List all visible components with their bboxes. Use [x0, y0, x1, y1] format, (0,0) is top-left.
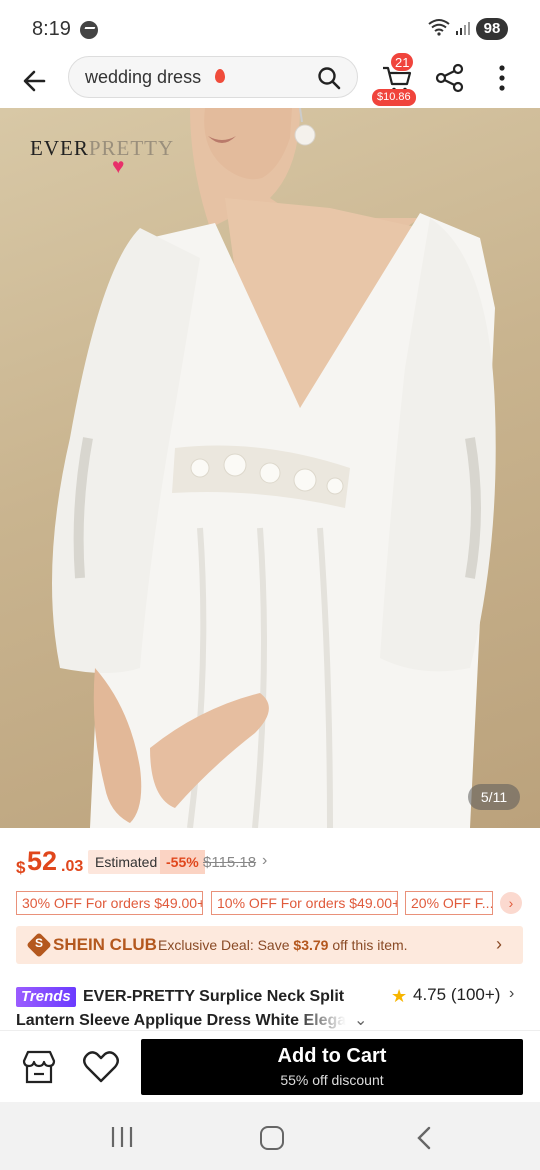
signal-icon — [456, 22, 470, 35]
club-name: SHEIN CLUB — [53, 935, 157, 954]
estimated-label: Estimated — [88, 850, 165, 874]
coupon-20-off[interactable]: 20% OFF F... — [405, 891, 493, 915]
chevron-right-icon: › — [496, 934, 502, 954]
hot-flame-icon — [215, 69, 225, 83]
add-to-cart-button[interactable]: Add to Cart 55% off discount — [141, 1039, 523, 1095]
search-bar[interactable]: wedding dress — [68, 56, 358, 98]
product-title-line2: Lantern Sleeve Applique Dress White Eleg… — [16, 1012, 346, 1029]
share-icon[interactable] — [434, 62, 466, 94]
brand-heart-icon: ♥ — [112, 154, 126, 178]
rating-summary[interactable]: 4.75 (100+) — [413, 985, 500, 1005]
wishlist-heart-icon[interactable] — [82, 1049, 120, 1085]
expand-title-icon[interactable]: ⌄ — [354, 1010, 367, 1030]
coupon-30-off[interactable]: 30% OFF For orders $49.00+ — [16, 891, 203, 915]
club-deal-amount: $3.79 — [293, 937, 329, 953]
store-icon[interactable] — [20, 1049, 58, 1085]
wifi-icon — [428, 19, 450, 36]
recent-apps-icon[interactable] — [110, 1126, 134, 1148]
club-deal-text: Exclusive Deal: Save $3.79 off this item… — [158, 937, 408, 953]
original-price: $115.18 — [203, 854, 257, 871]
club-logo-letter: S — [34, 936, 43, 950]
add-to-cart-label: Add to Cart — [277, 1045, 387, 1067]
trends-tag: Trends — [16, 987, 76, 1007]
more-options-icon[interactable] — [490, 62, 514, 94]
shein-club-banner[interactable]: S SHEIN CLUB Exclusive Deal: Save $3.79 … — [16, 926, 523, 964]
price-integer: 52 — [27, 846, 58, 876]
chevron-right-icon[interactable]: › — [262, 852, 267, 870]
discount-badge: -55% — [160, 850, 205, 874]
price-decimal: .03 — [61, 858, 84, 875]
star-icon: ★ — [391, 986, 408, 1006]
product-title-line1: EVER-PRETTY Surplice Neck Split — [83, 988, 345, 1005]
club-deal-suffix: off this item. — [328, 937, 408, 953]
brand-logo: EVER ♥ PRETTY — [30, 136, 174, 178]
home-icon[interactable] — [260, 1126, 284, 1150]
cart-count-badge: 21 — [390, 52, 415, 72]
brand-left-text: EVER — [30, 136, 89, 160]
rating-value: 4.75 — [413, 985, 447, 1004]
system-back-icon[interactable] — [414, 1126, 434, 1150]
action-bar: Add to Cart 55% off discount — [0, 1030, 540, 1102]
status-bar: 8:19 98 — [0, 0, 540, 56]
search-query: wedding dress — [85, 67, 202, 87]
status-time: 8:19 — [32, 18, 71, 40]
club-deal-prefix: Exclusive Deal: Save — [158, 937, 294, 953]
coupon-10-off[interactable]: 10% OFF For orders $49.00+ — [211, 891, 398, 915]
review-count: (100+) — [450, 985, 501, 1004]
top-bar: wedding dress 21 $10.86 — [0, 52, 540, 108]
back-arrow-icon[interactable] — [18, 64, 52, 98]
chevron-right-icon[interactable]: › — [509, 985, 514, 1003]
price-currency: $ — [16, 858, 26, 877]
dress-illustration — [52, 108, 496, 828]
battery-indicator: 98 — [476, 18, 508, 40]
image-counter: 5/11 — [468, 784, 520, 810]
coupon-more-icon[interactable]: › — [500, 892, 522, 914]
system-nav-bar — [0, 1102, 540, 1170]
product-image[interactable]: EVER ♥ PRETTY 5/11 — [0, 108, 540, 828]
discount-note: 55% off discount — [280, 1072, 384, 1088]
messenger-icon — [80, 21, 98, 39]
cart-amount-badge: $10.86 — [372, 89, 416, 106]
search-icon[interactable] — [317, 66, 341, 90]
